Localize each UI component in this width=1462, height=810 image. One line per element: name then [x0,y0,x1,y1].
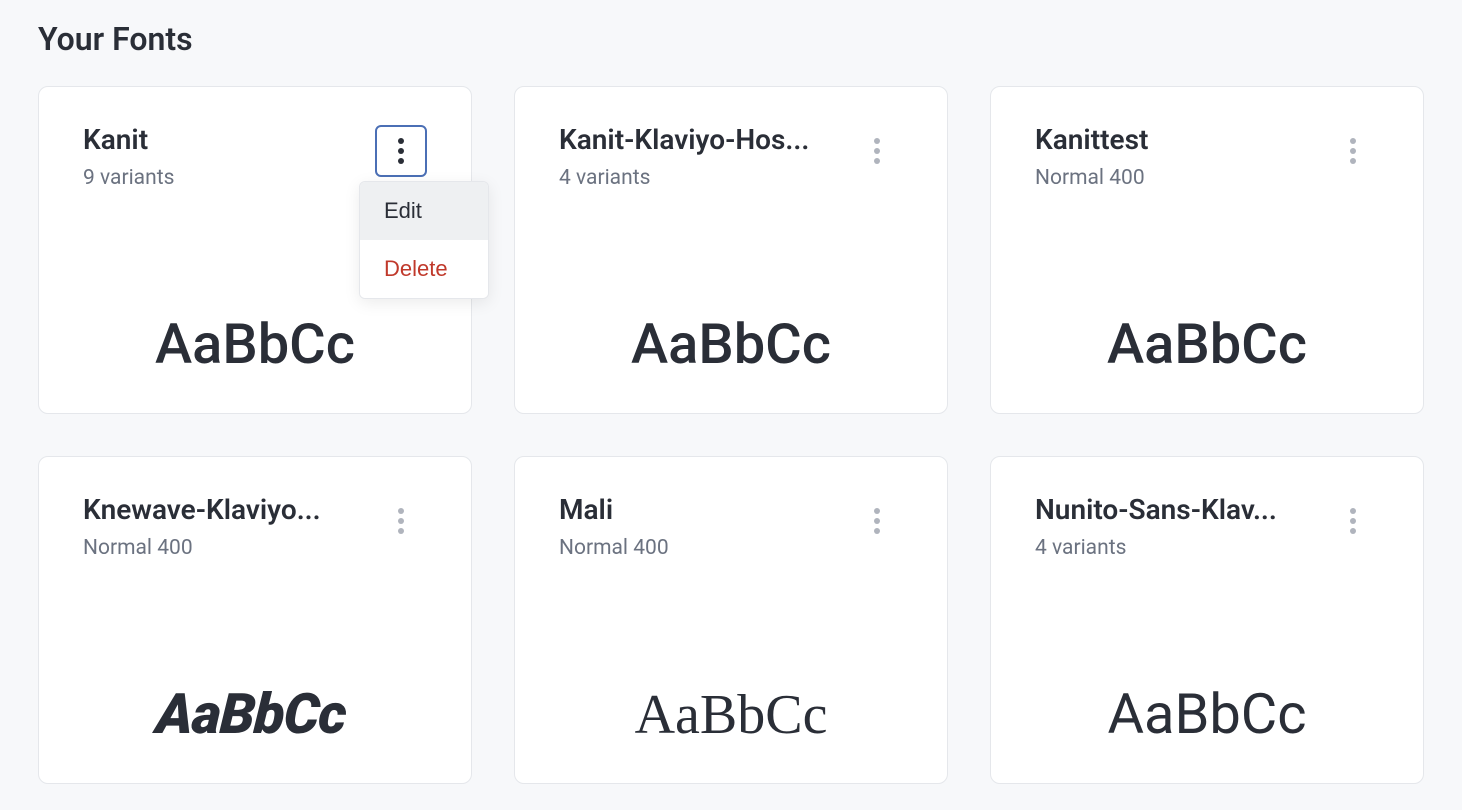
page-title: Your Fonts [38,20,1424,58]
font-variants: 4 variants [1035,536,1277,560]
font-name: Knewave-Klaviyo... [83,495,321,526]
font-card: Kanittest Normal 400 AaBbCc [990,86,1424,414]
vertical-dots-icon [1350,138,1356,164]
font-preview: AaBbCc [1035,198,1379,381]
delete-menu-item[interactable]: Delete [360,240,488,298]
more-button[interactable]: Edit Delete [375,125,427,177]
more-button[interactable] [375,495,427,547]
card-header: Nunito-Sans-Klav... 4 variants [1035,495,1379,560]
vertical-dots-icon [398,138,404,164]
card-header: Knewave-Klaviyo... Normal 400 [83,495,427,560]
font-card: Kanit 9 variants Edit Delete AaBbCc [38,86,472,414]
font-preview: AaBbCc [559,568,903,751]
more-button[interactable] [851,495,903,547]
font-preview: AaBbCc [1035,568,1379,751]
fonts-grid: Kanit 9 variants Edit Delete AaBbCc Kani… [38,86,1424,784]
font-card: Nunito-Sans-Klav... 4 variants AaBbCc [990,456,1424,784]
font-name: Kanit [83,125,174,156]
edit-menu-item[interactable]: Edit [360,182,488,240]
font-variants: Normal 400 [559,536,669,560]
font-variants: Normal 400 [83,536,321,560]
font-variants: 4 variants [559,166,809,190]
card-header: Mali Normal 400 [559,495,903,560]
vertical-dots-icon [874,508,880,534]
font-variants: Normal 400 [1035,166,1148,190]
font-name: Nunito-Sans-Klav... [1035,495,1277,526]
card-header: Kanit-Klaviyo-Hos... 4 variants [559,125,903,190]
more-button[interactable] [1327,125,1379,177]
font-name: Kanittest [1035,125,1148,156]
font-card: Mali Normal 400 AaBbCc [514,456,948,784]
card-header: Kanittest Normal 400 [1035,125,1379,190]
font-name: Mali [559,495,669,526]
vertical-dots-icon [398,508,404,534]
font-card: Knewave-Klaviyo... Normal 400 AaBbCc [38,456,472,784]
font-variants: 9 variants [83,166,174,190]
font-card: Kanit-Klaviyo-Hos... 4 variants AaBbCc [514,86,948,414]
font-preview: AaBbCc [77,568,434,751]
more-button[interactable] [1327,495,1379,547]
vertical-dots-icon [1350,508,1356,534]
more-button[interactable] [851,125,903,177]
vertical-dots-icon [874,138,880,164]
card-header: Kanit 9 variants Edit Delete [83,125,427,190]
font-name: Kanit-Klaviyo-Hos... [559,125,809,156]
font-preview: AaBbCc [559,198,903,381]
dropdown-menu: Edit Delete [359,181,489,299]
